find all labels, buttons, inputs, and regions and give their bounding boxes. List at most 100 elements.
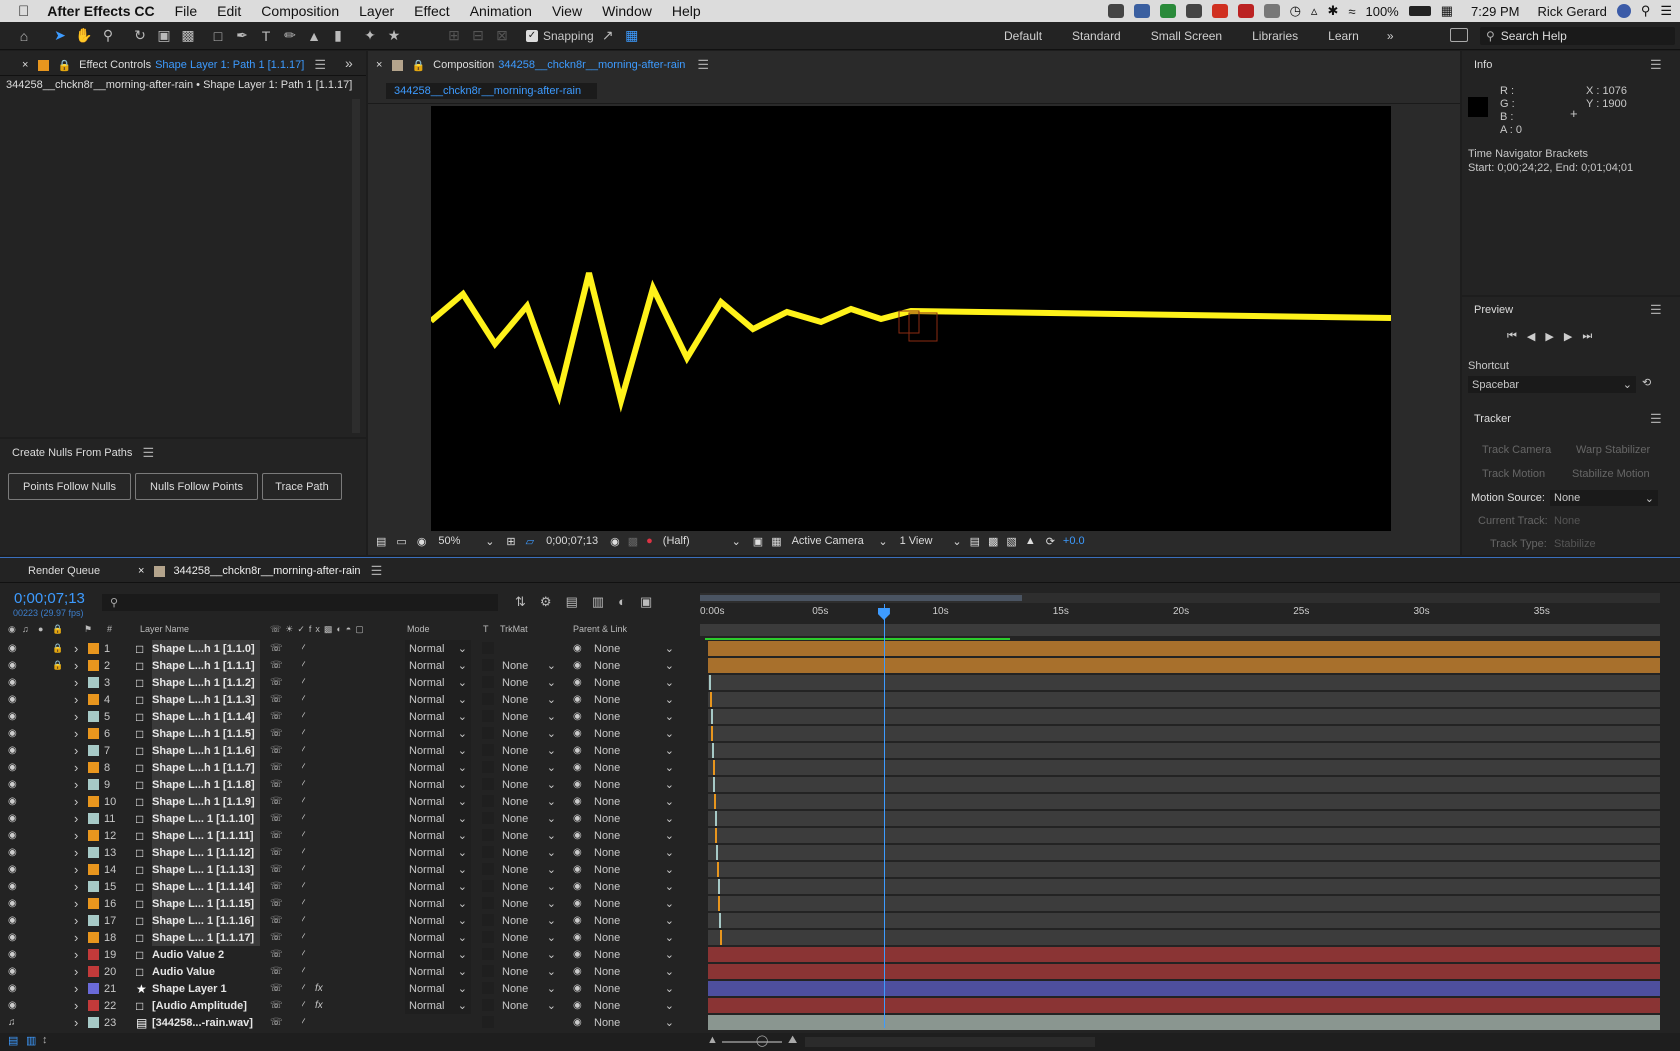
- parent-dropdown[interactable]: None ⌄: [590, 759, 678, 776]
- render-queue-tab[interactable]: Render Queue: [28, 560, 100, 582]
- layer-name[interactable]: Shape L... 1 [1.1.12]: [152, 844, 260, 861]
- layer-label-chip[interactable]: [88, 660, 99, 671]
- shy-switch-icon[interactable]: ☏: [270, 827, 282, 844]
- shy-switch-icon[interactable]: ☏: [270, 997, 282, 1014]
- mode-dropdown[interactable]: Normal ⌄: [405, 963, 471, 980]
- layer-label-chip[interactable]: [88, 1000, 99, 1011]
- quality-switch-icon[interactable]: ∕: [302, 980, 314, 997]
- visibility-eye-icon[interactable]: ◉: [8, 895, 20, 912]
- parent-dropdown[interactable]: None ⌄: [590, 725, 678, 742]
- mode-dropdown[interactable]: Normal ⌄: [405, 861, 471, 878]
- selection-tool-icon[interactable]: ➤: [50, 26, 70, 46]
- trkmat-dropdown[interactable]: None ⌄: [498, 997, 560, 1014]
- visibility-eye-icon[interactable]: ◉: [8, 759, 20, 776]
- visibility-eye-icon[interactable]: ◉: [8, 793, 20, 810]
- workspace-edit-icon[interactable]: [1450, 28, 1468, 42]
- trkmat-dropdown[interactable]: None ⌄: [498, 946, 560, 963]
- expand-chevron-icon[interactable]: ›: [74, 878, 84, 895]
- expand-chevron-icon[interactable]: ›: [74, 759, 84, 776]
- play-icon[interactable]: ▶: [1545, 330, 1553, 343]
- trkmat-dropdown[interactable]: None ⌄: [498, 980, 560, 997]
- parent-dropdown[interactable]: None ⌄: [590, 776, 678, 793]
- quality-switch-icon[interactable]: ∕: [302, 997, 314, 1014]
- expand-chevron-icon[interactable]: ›: [74, 674, 84, 691]
- layer-duration-bar[interactable]: [708, 930, 1660, 945]
- trkmat-dropdown[interactable]: None ⌄: [498, 878, 560, 895]
- home-icon[interactable]: ⌂: [14, 26, 34, 46]
- modes-toggle-icon[interactable]: ▥: [26, 1034, 36, 1047]
- layer-name[interactable]: Shape Layer 1: [152, 980, 260, 997]
- fast-previews-icon[interactable]: ▩: [988, 535, 998, 548]
- always-preview-icon[interactable]: ▤: [376, 535, 386, 548]
- mode-dropdown[interactable]: Normal ⌄: [405, 674, 471, 691]
- pick-whip-icon[interactable]: ◉: [573, 759, 585, 776]
- layer-duration-bar[interactable]: [708, 981, 1660, 996]
- pick-whip-icon[interactable]: ◉: [573, 844, 585, 861]
- preserve-transparency-box[interactable]: [482, 795, 494, 807]
- layer-duration-bar[interactable]: [708, 794, 1660, 809]
- layer-name[interactable]: Shape L...h 1 [1.1.9]: [152, 793, 260, 810]
- preserve-transparency-box[interactable]: [482, 982, 494, 994]
- flag-icon[interactable]: [1211, 4, 1228, 18]
- panel-overflow-icon[interactable]: »: [345, 55, 353, 71]
- preserve-transparency-box[interactable]: [482, 965, 494, 977]
- layer-duration-bar[interactable]: [708, 845, 1660, 860]
- motion-blur-icon[interactable]: ◐: [618, 594, 626, 610]
- current-time-display[interactable]: 0;00;07;13: [546, 535, 598, 547]
- trkmat-dropdown[interactable]: None ⌄: [498, 861, 560, 878]
- roto-brush-tool-icon[interactable]: ✦: [360, 26, 380, 46]
- shy-switch-icon[interactable]: ☏: [270, 878, 282, 895]
- track-camera-button[interactable]: Track Camera: [1482, 444, 1551, 456]
- layer-label-chip[interactable]: [88, 643, 99, 654]
- menu-edit[interactable]: Edit: [207, 3, 251, 19]
- layer-row[interactable]: ◉ › 20 □ Audio Value ☏ ∕ Normal ⌄ None ⌄ ◉ None ⌄: [0, 963, 1660, 980]
- composition-viewer[interactable]: [431, 106, 1391, 531]
- work-area-bar[interactable]: [700, 624, 1660, 636]
- shy-switch-icon[interactable]: ☏: [270, 895, 282, 912]
- layer-label-chip[interactable]: [88, 932, 99, 943]
- layer-name[interactable]: Shape L... 1 [1.1.11]: [152, 827, 260, 844]
- parent-dropdown[interactable]: None ⌄: [590, 674, 678, 691]
- layer-name[interactable]: [Audio Amplitude]: [152, 997, 260, 1014]
- mask-visibility-icon[interactable]: ▱: [526, 535, 534, 548]
- brush-tool-icon[interactable]: ✏: [280, 26, 300, 46]
- mode-dropdown[interactable]: Normal ⌄: [405, 929, 471, 946]
- layer-row[interactable]: ◉ › 13 □ Shape L... 1 [1.1.12] ☏ ∕ Normal ⌄ None ⌄…: [0, 844, 1660, 861]
- track-motion-button[interactable]: Track Motion: [1482, 468, 1545, 480]
- mode-dropdown[interactable]: Normal ⌄: [405, 895, 471, 912]
- layer-name[interactable]: Shape L...h 1 [1.1.4]: [152, 708, 260, 725]
- close-tab-icon[interactable]: ×: [138, 565, 144, 577]
- panel-menu-icon[interactable]: ☰: [1650, 302, 1662, 318]
- visibility-eye-icon[interactable]: ◉: [8, 997, 20, 1014]
- trkmat-dropdown[interactable]: None ⌄: [498, 963, 560, 980]
- pick-whip-icon[interactable]: ◉: [573, 742, 585, 759]
- rotate-tool-icon[interactable]: ↻: [130, 26, 150, 46]
- label-icon[interactable]: ⚑: [84, 624, 92, 635]
- layer-label-chip[interactable]: [88, 881, 99, 892]
- layer-row[interactable]: ◉ › 9 □ Shape L...h 1 [1.1.8] ☏ ∕ Normal ⌄ None ⌄ ◉…: [0, 776, 1660, 793]
- warp-stabilizer-button[interactable]: Warp Stabilizer: [1576, 444, 1650, 456]
- preserve-transparency-box[interactable]: [482, 948, 494, 960]
- shy-switch-icon[interactable]: ☏: [270, 810, 282, 827]
- visibility-eye-icon[interactable]: ◉: [8, 980, 20, 997]
- quality-switch-icon[interactable]: ∕: [302, 674, 314, 691]
- stabilize-motion-button[interactable]: Stabilize Motion: [1572, 468, 1650, 480]
- zoom-slider[interactable]: [722, 1041, 782, 1043]
- view-layout-dropdown[interactable]: 1 View ⌄: [900, 535, 962, 548]
- type-tool-icon[interactable]: T: [256, 26, 276, 46]
- trkmat-dropdown[interactable]: None ⌄: [498, 912, 560, 929]
- rectangle-tool-icon[interactable]: □: [208, 26, 228, 46]
- visibility-eye-icon[interactable]: ◉: [8, 844, 20, 861]
- layer-duration-bar[interactable]: [708, 964, 1660, 979]
- parent-dropdown[interactable]: None ⌄: [590, 861, 678, 878]
- pick-whip-icon[interactable]: ◉: [573, 657, 585, 674]
- expand-chevron-icon[interactable]: ›: [74, 691, 84, 708]
- audio-toggle-icon[interactable]: ♫: [8, 1014, 20, 1031]
- fx-switch-icon[interactable]: fx: [315, 997, 327, 1014]
- quality-switch-icon[interactable]: ∕: [302, 963, 314, 980]
- lock-switch-icon[interactable]: 🔒: [52, 624, 63, 635]
- zoom-in-icon[interactable]: ⛰: [788, 1034, 797, 1047]
- parent-dropdown[interactable]: None ⌄: [590, 1014, 678, 1031]
- preserve-transparency-box[interactable]: [482, 880, 494, 892]
- layer-label-chip[interactable]: [88, 983, 99, 994]
